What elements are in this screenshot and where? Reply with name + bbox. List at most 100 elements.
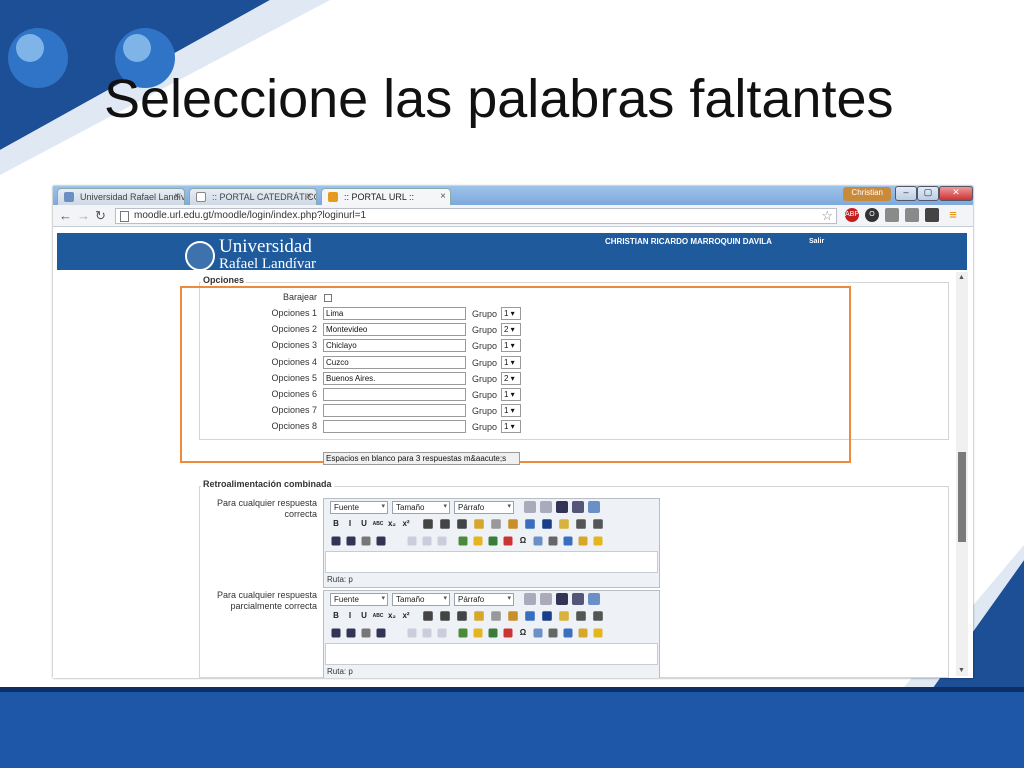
indent-icon[interactable] [376, 536, 386, 546]
flash-icon[interactable] [503, 628, 513, 638]
window-user-badge[interactable]: Christian [843, 187, 891, 201]
spellcheck-icon[interactable] [563, 536, 573, 546]
add-blanks-button[interactable]: Espacios en blanco para 3 respuestas m&a… [323, 452, 520, 465]
ltr-icon[interactable] [576, 519, 586, 529]
check-icon[interactable] [578, 628, 588, 638]
subscript-button[interactable]: x₂ [386, 610, 398, 622]
editor-content-area[interactable] [325, 643, 658, 665]
align-right-icon[interactable] [457, 611, 467, 621]
user-name[interactable]: CHRISTIAN RICARDO MARROQUIN DAVILA [605, 237, 772, 246]
logout-link[interactable]: Salir [809, 238, 824, 245]
storage-extension-icon[interactable] [905, 208, 919, 222]
edit-icon[interactable] [533, 536, 543, 546]
format-select[interactable]: Párrafo ▾ [454, 501, 514, 514]
close-icon[interactable]: × [174, 191, 180, 202]
italic-button[interactable]: I [344, 610, 356, 622]
anchor-icon[interactable] [437, 536, 447, 546]
redo-icon[interactable] [540, 501, 552, 513]
smiley-icon[interactable] [473, 536, 483, 546]
erase-icon[interactable] [491, 519, 501, 529]
font-select[interactable]: Fuente ▾ [330, 593, 388, 606]
underline-button[interactable]: U [358, 518, 370, 530]
image-icon[interactable] [588, 501, 600, 513]
indent-icon[interactable] [376, 628, 386, 638]
align-center-icon[interactable] [440, 611, 450, 621]
scroll-down-icon[interactable]: ▼ [958, 667, 965, 674]
underline-button[interactable]: U [358, 610, 370, 622]
maximize-button[interactable]: ▢ [917, 186, 939, 201]
strikethrough-button[interactable]: ABC [372, 610, 384, 622]
bold-button[interactable]: B [330, 610, 342, 622]
format-select[interactable]: Párrafo ▾ [454, 593, 514, 606]
superscript-button[interactable]: x² [400, 610, 412, 622]
check-icon[interactable] [578, 536, 588, 546]
insert-image-icon[interactable] [458, 628, 468, 638]
erase-icon[interactable] [491, 611, 501, 621]
rich-text-editor[interactable]: Fuente ▾ Tamaño ▾ Párrafo ▾ B I U ABC x₂ x² Ω Ruta: p [323, 590, 660, 678]
stop-icon[interactable] [593, 536, 603, 546]
insert-image-icon[interactable] [458, 536, 468, 546]
find-icon[interactable] [556, 593, 568, 605]
reload-icon[interactable]: ↻ [95, 208, 106, 224]
replace-icon[interactable] [572, 501, 584, 513]
scroll-thumb[interactable] [958, 452, 966, 542]
numbered-list-icon[interactable] [346, 628, 356, 638]
bg-color-icon[interactable] [559, 519, 569, 529]
opera-extension-icon[interactable]: O [865, 208, 879, 222]
unlink-icon[interactable] [422, 536, 432, 546]
stop-icon[interactable] [593, 628, 603, 638]
undo-icon[interactable] [524, 593, 536, 605]
html-icon[interactable] [548, 628, 558, 638]
rtl-icon[interactable] [593, 611, 603, 621]
minimize-button[interactable]: – [895, 186, 917, 201]
font-color-icon[interactable] [542, 611, 552, 621]
undo-icon[interactable] [524, 501, 536, 513]
media-icon[interactable] [488, 536, 498, 546]
find-icon[interactable] [556, 501, 568, 513]
editor-content-area[interactable] [325, 551, 658, 573]
back-arrow-icon[interactable]: ← [59, 208, 72, 223]
bg-color-icon[interactable] [559, 611, 569, 621]
omega-icon[interactable]: Ω [517, 535, 529, 547]
chat-extension-icon[interactable] [885, 208, 899, 222]
size-select[interactable]: Tamaño ▾ [392, 593, 450, 606]
menu-icon[interactable]: ≡ [946, 208, 960, 222]
html-icon[interactable] [548, 536, 558, 546]
superscript-button[interactable]: x² [400, 518, 412, 530]
bookmark-star-icon[interactable]: ☆ [821, 208, 833, 224]
clean-icon[interactable] [474, 519, 484, 529]
smiley-icon[interactable] [473, 628, 483, 638]
anchor-icon[interactable] [437, 628, 447, 638]
font-color-icon[interactable] [542, 519, 552, 529]
adblock-icon[interactable]: ABP [845, 208, 859, 222]
rtl-icon[interactable] [593, 519, 603, 529]
size-select[interactable]: Tamaño ▾ [392, 501, 450, 514]
subscript-button[interactable]: x₂ [386, 518, 398, 530]
ltr-icon[interactable] [576, 611, 586, 621]
outdent-icon[interactable] [361, 628, 371, 638]
omega-icon[interactable]: Ω [517, 627, 529, 639]
align-left-icon[interactable] [423, 611, 433, 621]
spellcheck-icon[interactable] [563, 628, 573, 638]
align-left-icon[interactable] [423, 519, 433, 529]
bullet-list-icon[interactable] [331, 536, 341, 546]
italic-button[interactable]: I [344, 518, 356, 530]
close-icon[interactable]: × [440, 191, 446, 202]
scroll-up-icon[interactable]: ▲ [958, 274, 965, 281]
link-icon[interactable] [407, 536, 417, 546]
link-icon[interactable] [407, 628, 417, 638]
bold-button[interactable]: B [330, 518, 342, 530]
paste-word-icon[interactable] [525, 519, 535, 529]
flash-icon[interactable] [503, 536, 513, 546]
rich-text-editor[interactable]: Fuente ▾ Tamaño ▾ Párrafo ▾ B I U ABC x₂ x² Ω Ruta: p [323, 498, 660, 588]
outdent-icon[interactable] [361, 536, 371, 546]
numbered-list-icon[interactable] [346, 536, 356, 546]
edit-icon[interactable] [533, 628, 543, 638]
page-scrollbar[interactable]: ▲ ▼ [956, 272, 968, 676]
forward-arrow-icon[interactable]: → [77, 208, 90, 223]
align-right-icon[interactable] [457, 519, 467, 529]
strikethrough-button[interactable]: ABC [372, 518, 384, 530]
paste-word-icon[interactable] [525, 611, 535, 621]
media-icon[interactable] [488, 628, 498, 638]
unlink-icon[interactable] [422, 628, 432, 638]
